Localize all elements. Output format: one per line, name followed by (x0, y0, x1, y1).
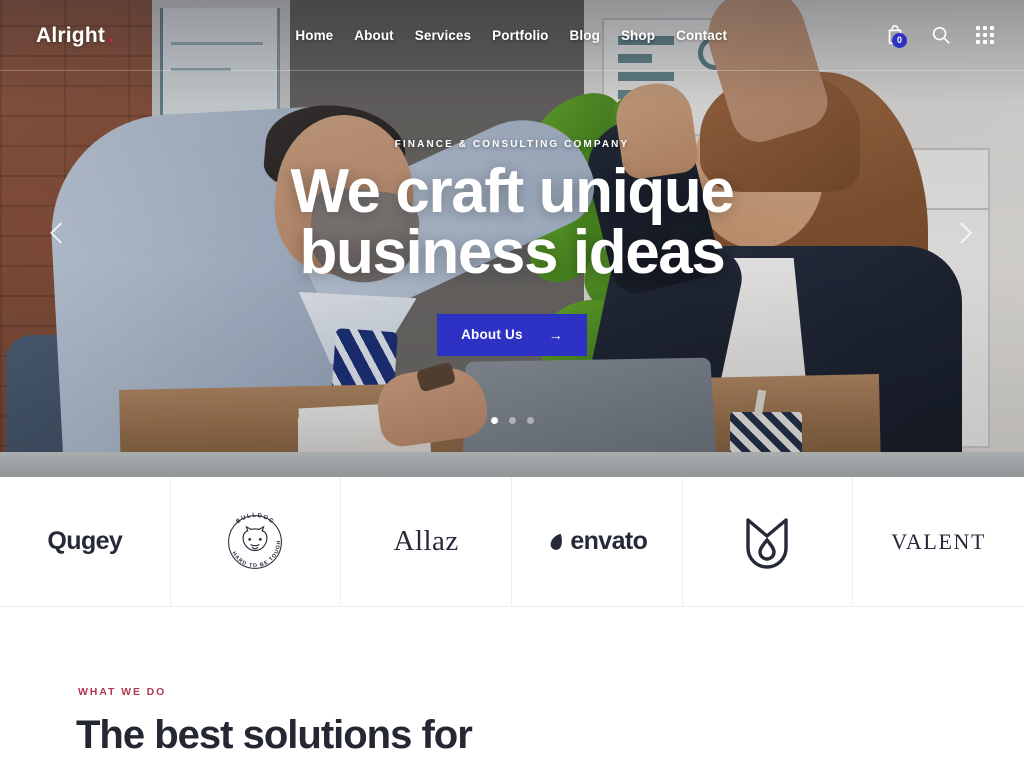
hero-title-line-2: business ideas (299, 218, 726, 287)
chevron-right-icon[interactable] (948, 216, 982, 250)
qugey-logo-text: Qugey (47, 527, 123, 555)
nav-item-shop[interactable]: Shop (621, 28, 655, 43)
slider-pagination (0, 417, 1024, 424)
client-logos-band: Qugey BULLDOG HARD TO BE TOUGH Allaz env… (0, 477, 1024, 607)
main-navigation: Home About Services Portfolio Blog Shop … (295, 28, 727, 43)
site-header: Alright . Home About Services Portfolio … (0, 0, 1024, 71)
about-us-label: About Us (461, 327, 523, 343)
valent-logo-text: VALENT (891, 528, 987, 554)
envato-leaf-icon (550, 533, 563, 550)
bulldog-badge-icon: BULLDOG HARD TO BE TOUGH (228, 512, 283, 569)
cart-count-badge: 0 (892, 33, 907, 48)
client-logo-valent[interactable]: VALENT (853, 477, 1024, 606)
chevron-left-icon[interactable] (40, 216, 74, 250)
nav-item-about[interactable]: About (354, 28, 393, 43)
slider-dot-2[interactable] (508, 417, 516, 424)
what-we-do-section: WHAT WE DO The best solutions for (0, 607, 1024, 757)
svg-text:HARD TO BE TOUGH: HARD TO BE TOUGH (231, 539, 283, 569)
nav-item-services[interactable]: Services (415, 28, 471, 43)
nav-item-home[interactable]: Home (295, 28, 333, 43)
header-actions: 0 (884, 24, 994, 48)
client-logo-shield-mark[interactable] (683, 477, 854, 606)
section-title: The best solutions for (76, 713, 473, 757)
client-logo-envato[interactable]: envato (512, 477, 683, 606)
search-icon[interactable] (930, 24, 952, 46)
envato-logo-text: envato (570, 527, 648, 555)
hero-subtitle: FINANCE & CONSULTING COMPANY (394, 139, 630, 151)
slider-dot-1[interactable] (490, 417, 498, 424)
arrow-right-icon: → (548, 326, 563, 343)
hero-content: FINANCE & CONSULTING COMPANY We craft un… (0, 0, 1024, 477)
nav-item-blog[interactable]: Blog (570, 28, 600, 43)
svg-text:BULLDOG: BULLDOG (236, 512, 276, 525)
hero-title: We craft unique business ideas (291, 161, 735, 287)
section-eyebrow: WHAT WE DO (78, 686, 167, 698)
hero-slider: Alright . Home About Services Portfolio … (0, 0, 1024, 477)
logo-dot: . (108, 22, 115, 47)
allaz-logo-text: Allaz (393, 525, 459, 557)
client-logo-bulldog[interactable]: BULLDOG HARD TO BE TOUGH (171, 477, 342, 606)
slider-dot-3[interactable] (526, 417, 534, 424)
grid-menu-icon[interactable] (976, 26, 994, 44)
hero-title-line-1: We craft unique (290, 157, 735, 227)
logo-text: Alright (36, 24, 106, 47)
nav-item-portfolio[interactable]: Portfolio (492, 28, 548, 43)
client-logo-allaz[interactable]: Allaz (341, 477, 512, 606)
cart-icon[interactable]: 0 (884, 24, 907, 48)
shield-tulip-icon (746, 517, 789, 569)
nav-item-contact[interactable]: Contact (676, 28, 727, 43)
client-logo-qugey[interactable]: Qugey (0, 477, 171, 606)
site-logo[interactable]: Alright . (36, 22, 115, 47)
about-us-button[interactable]: About Us → (437, 313, 587, 356)
